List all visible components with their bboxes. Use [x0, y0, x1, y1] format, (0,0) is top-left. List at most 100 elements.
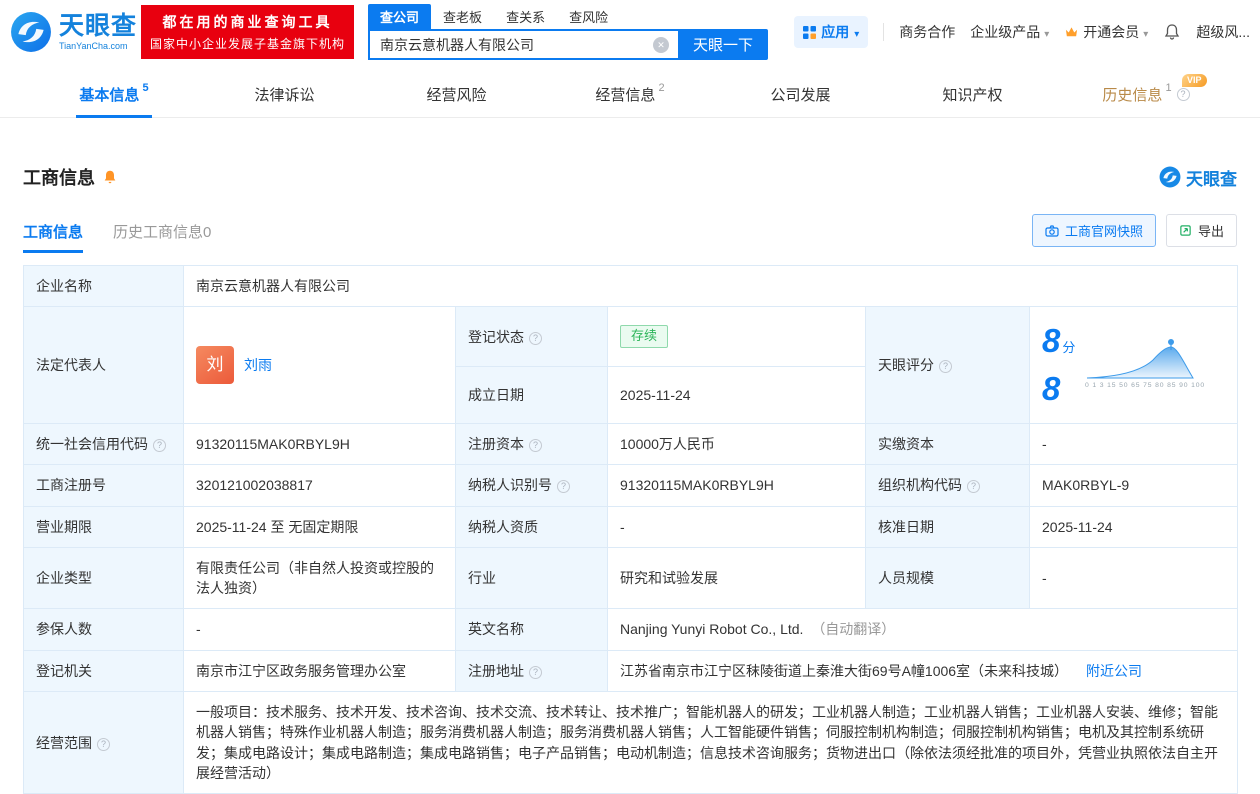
section-header: 工商信息 天眼查	[23, 164, 1237, 190]
tab-legal-proceedings[interactable]: 法律诉讼	[200, 71, 372, 117]
clear-icon[interactable]	[653, 37, 670, 53]
help-icon[interactable]	[529, 331, 542, 345]
auto-translate-note: （自动翻译）	[811, 621, 896, 638]
search-tab-risk[interactable]: 查风险	[557, 4, 620, 29]
help-icon[interactable]	[1176, 87, 1190, 101]
menu-open-vip-label: 开通会员	[1083, 24, 1140, 40]
menu-enterprise-products[interactable]: 企业级产品	[970, 22, 1049, 42]
table-row: 统一社会信用代码 91320115MAK0RBYL9H 注册资本 10000万人…	[23, 422, 1239, 466]
score-curve-chart	[1087, 339, 1195, 379]
search-tab-relation[interactable]: 查关系	[494, 4, 557, 29]
field-label: 法定代表人	[23, 306, 184, 424]
menu-super-risk-label: 超级风...	[1196, 24, 1250, 40]
help-icon[interactable]	[529, 438, 542, 452]
search-button[interactable]: 天眼一下	[678, 29, 769, 60]
field-label: 注册地址	[455, 649, 608, 693]
company-type-value: 有限责任公司（非自然人投资或控股的法人独资）	[183, 546, 456, 610]
tianyan-score-value[interactable]: 88 分 0 1 3 15 50 65 75 80 85 90 100	[1028, 306, 1239, 424]
crown-icon	[1066, 26, 1078, 36]
taxpayer-id-value: 91320115MAK0RBYL9H	[607, 464, 866, 507]
tab-history-info[interactable]: VIP 历史信息 1	[1060, 71, 1232, 117]
score-axis-labels: 0 1 3 15 50 65 75 80 85 90 100	[1085, 381, 1206, 389]
export-doc-icon	[1180, 225, 1191, 236]
insured-count-value: -	[183, 608, 456, 651]
search-input[interactable]	[368, 29, 679, 60]
search-tab-boss[interactable]: 查老板	[431, 4, 494, 29]
tab-operating-risk[interactable]: 经营风险	[372, 71, 544, 117]
tianyancha-logo[interactable]: 天眼查 TianYanCha.com	[10, 11, 137, 53]
field-label: 纳税人资质	[455, 505, 608, 548]
tab-count: 2	[658, 82, 665, 94]
subtab-count: 0	[203, 224, 212, 241]
promo-banner: 都在用的商业查询工具 国家中小企业发展子基金旗下机构	[141, 5, 355, 59]
field-label: 组织机构代码	[865, 464, 1030, 507]
menu-business-cooperation-label: 商务合作	[899, 24, 956, 40]
help-icon[interactable]	[153, 438, 166, 452]
help-icon[interactable]	[529, 665, 542, 679]
tab-label: 知识产权	[942, 86, 1003, 104]
field-label: 登记机关	[23, 649, 184, 693]
field-label: 纳税人识别号	[455, 464, 608, 507]
field-label: 注册资本	[455, 422, 608, 466]
search-tab-company[interactable]: 查公司	[368, 4, 432, 29]
search-row: 天眼一下	[368, 29, 769, 60]
help-icon[interactable]	[967, 480, 980, 494]
help-icon[interactable]	[557, 480, 570, 494]
subtab-label: 历史工商信息	[113, 224, 204, 241]
score-unit: 分	[1062, 340, 1076, 356]
field-label: 核准日期	[865, 505, 1030, 548]
tab-intellectual-property[interactable]: 知识产权	[888, 71, 1060, 117]
tab-basic-info[interactable]: 基本信息 5	[28, 71, 200, 117]
official-snapshot-button[interactable]: 工商官网快照	[1031, 214, 1156, 247]
table-row: 营业期限 2025-11-24 至 无固定期限 纳税人资质 - 核准日期 202…	[23, 505, 1239, 548]
tab-label: 基本信息	[79, 86, 140, 104]
alert-bell-icon[interactable]	[102, 169, 118, 185]
table-row: 经营范围 一般项目：技术服务、技术开发、技术咨询、技术交流、技术转让、技术推广；…	[23, 691, 1239, 794]
nearby-companies-link[interactable]: 附近公司	[1086, 663, 1142, 679]
table-row: 法定代表人 刘 刘雨 登记状态 存续 天眼评分 88 分	[23, 306, 1239, 424]
promo-line2: 国家中小企业发展子基金旗下机构	[150, 37, 346, 51]
field-label: 营业期限	[23, 505, 184, 548]
menu-business-cooperation[interactable]: 商务合作	[899, 22, 955, 42]
export-button-label: 导出	[1197, 224, 1224, 239]
tab-label: 法律诉讼	[254, 86, 315, 104]
org-code-value: MAK0RBYL-9	[1028, 464, 1239, 507]
menu-super-risk[interactable]: 超级风...	[1196, 22, 1250, 42]
credit-code-value: 91320115MAK0RBYL9H	[183, 422, 456, 466]
apps-menu[interactable]: 应用	[794, 16, 869, 48]
staff-size-value: -	[1028, 546, 1239, 610]
subtab-history-business-registration[interactable]: 历史工商信息0	[113, 221, 211, 253]
reg-status-value: 存续	[607, 306, 866, 368]
notification-bell-icon[interactable]	[1163, 23, 1181, 41]
subtab-business-registration[interactable]: 工商信息	[23, 221, 84, 253]
search-tabs: 查公司 查老板 查关系 查风险	[368, 4, 768, 29]
company-name-value: 南京云意机器人有限公司	[182, 264, 1239, 308]
tab-business-info[interactable]: 经营信息 2	[544, 71, 716, 117]
field-label: 英文名称	[455, 608, 608, 651]
legal-rep-avatar[interactable]: 刘	[196, 346, 234, 385]
help-icon[interactable]	[97, 737, 110, 751]
main-content: 工商信息 天眼查 工商信息 历史工商信息0 工商官网快照 导出 企业名称 南京云…	[0, 164, 1260, 794]
logo-text: 天眼查 TianYanCha.com	[59, 13, 137, 51]
tab-label: 经营风险	[426, 86, 487, 104]
reg-address-value: 江苏省南京市江宁区秣陵街道上秦淮大街69号A幢1006室（未来科技城） 附近公司	[606, 649, 1239, 693]
score-number: 88	[1042, 322, 1061, 408]
business-term-value: 2025-11-24 至 无固定期限	[183, 505, 456, 548]
table-row: 登记机关 南京市江宁区政务服务管理办公室 注册地址 江苏省南京市江宁区秣陵街道上…	[23, 649, 1239, 693]
english-name-value: Nanjing Yunyi Robot Co., Ltd. （自动翻译）	[606, 608, 1239, 651]
chevron-down-icon	[1044, 24, 1049, 40]
field-label: 企业名称	[23, 264, 184, 308]
reg-number-value: 320121002038817	[183, 464, 456, 507]
vip-badge: VIP	[1182, 74, 1207, 87]
help-icon[interactable]	[939, 359, 952, 373]
export-button[interactable]: 导出	[1165, 214, 1237, 247]
table-row: 企业名称 南京云意机器人有限公司	[23, 264, 1239, 308]
menu-open-vip[interactable]: 开通会员	[1064, 22, 1148, 42]
field-label: 成立日期	[455, 366, 608, 424]
tab-company-development[interactable]: 公司发展	[716, 71, 888, 117]
reg-address-text: 江苏省南京市江宁区秣陵街道上秦淮大街69号A幢1006室（未来科技城）	[620, 662, 1069, 679]
legal-rep-link[interactable]: 刘雨	[244, 355, 272, 375]
field-label: 经营范围	[23, 691, 184, 794]
paid-capital-value: -	[1028, 422, 1239, 466]
tab-label: 公司发展	[770, 86, 831, 104]
